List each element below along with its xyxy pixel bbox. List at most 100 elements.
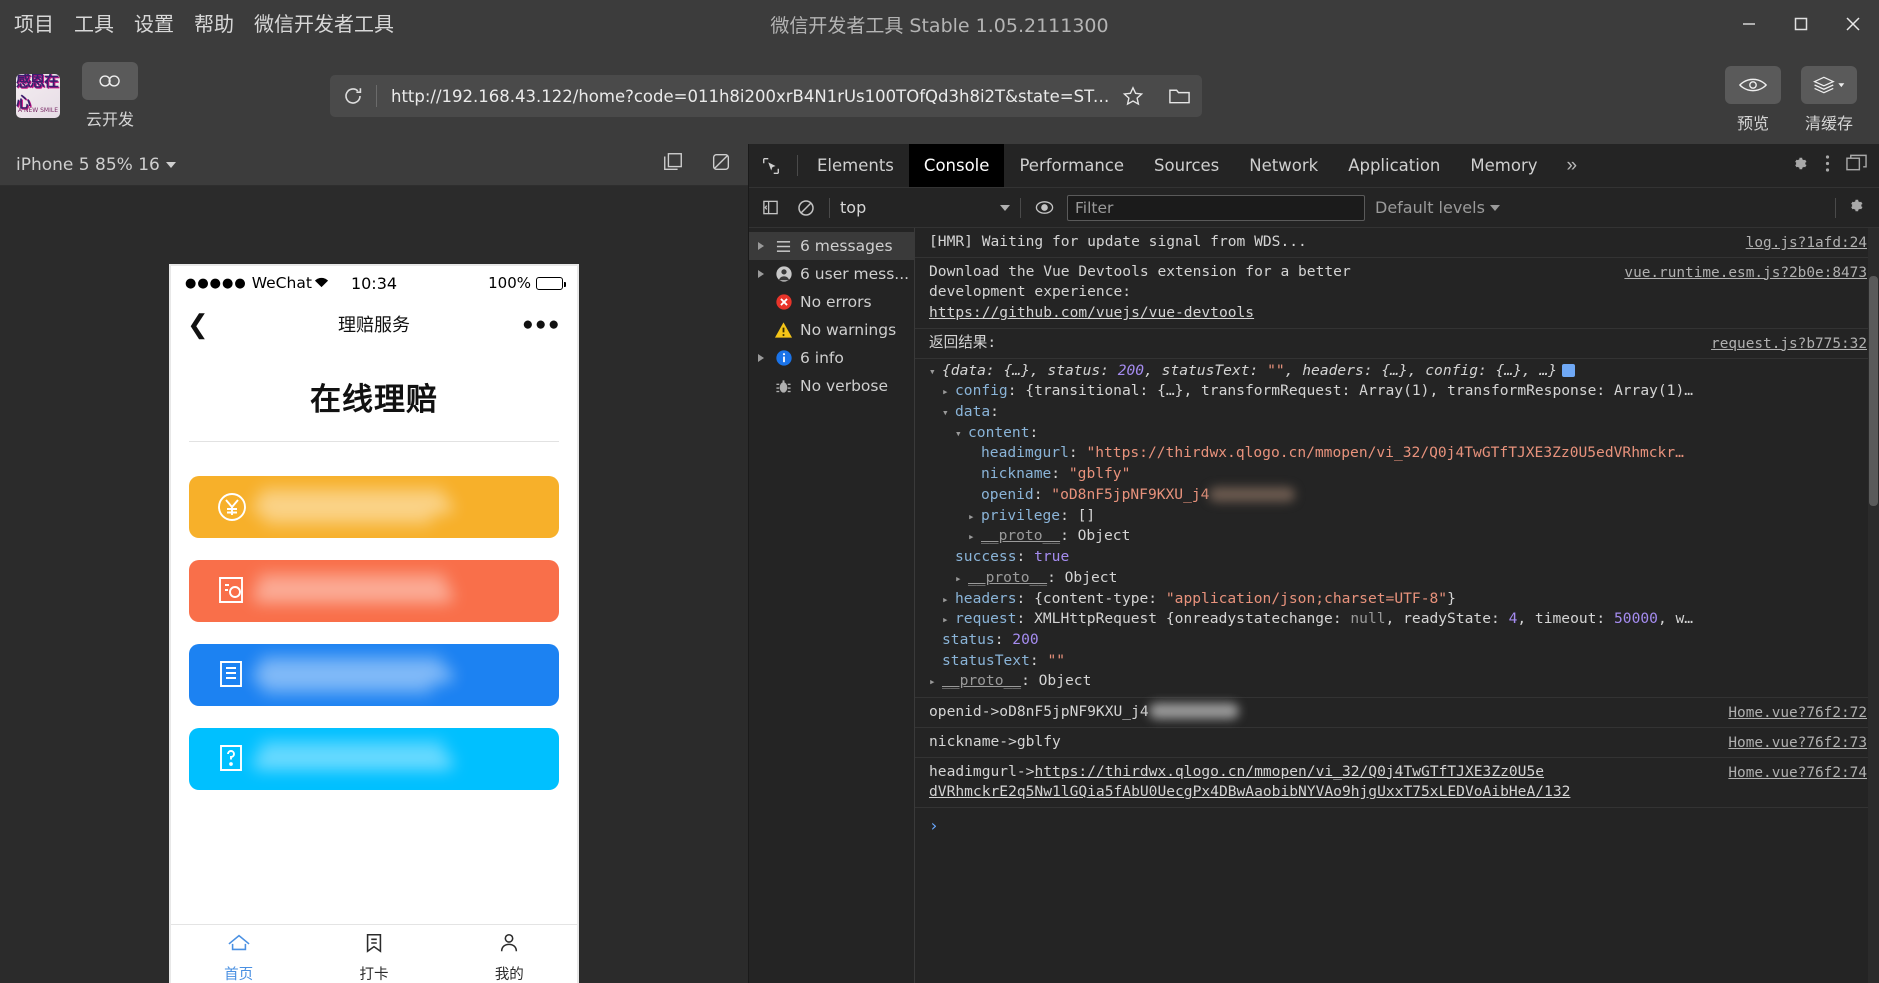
chevron-right-icon[interactable] — [755, 270, 767, 278]
sidebar-item-messages[interactable]: 6 messages — [749, 232, 914, 260]
tree-row-data-proto[interactable]: __proto__: Object — [929, 568, 1869, 589]
menu-item-tools[interactable]: 工具 — [74, 14, 114, 34]
cloud-dev-button[interactable]: 云开发 — [82, 62, 138, 130]
log-levels-selector[interactable]: Default levels — [1375, 198, 1500, 217]
chevron-right-icon[interactable] — [755, 354, 767, 362]
chevron-right-icon[interactable] — [942, 609, 955, 628]
filter-input[interactable]: Filter — [1067, 194, 1365, 221]
menu-item-settings[interactable]: 设置 — [134, 14, 174, 34]
headimgurl-log-url-line1[interactable]: https://thirdwx.qlogo.cn/mmopen/vi_32/Q0… — [1034, 763, 1544, 780]
tab-performance[interactable]: Performance — [1004, 144, 1139, 187]
more-tabs-icon[interactable]: » — [1553, 144, 1592, 187]
gear-icon[interactable] — [1790, 154, 1809, 178]
tree-row-root-proto[interactable]: __proto__: Object — [929, 671, 1869, 692]
source-link[interactable]: Home.vue?76f2:74 — [1728, 763, 1867, 783]
action-card-invoice[interactable] — [189, 560, 559, 622]
tab-sources[interactable]: Sources — [1139, 144, 1234, 187]
console-message-openid[interactable]: openid->oD8nF5jpNF9KXU_j4 Home.vue?76f2:… — [915, 698, 1879, 728]
tree-row-data[interactable]: data: — [929, 402, 1869, 423]
sidebar-item-warnings[interactable]: No warnings — [749, 316, 914, 344]
tree-row-headimgurl[interactable]: headimgurl: "https://thirdwx.qlogo.cn/mm… — [929, 443, 1869, 464]
console-prompt[interactable]: › — [915, 808, 1879, 845]
close-icon[interactable] — [1827, 0, 1879, 48]
source-link[interactable]: vue.runtime.esm.js?2b0e:8473 — [1624, 263, 1867, 283]
console-scrollbar-thumb[interactable] — [1869, 276, 1878, 506]
sidebar-item-user-messages[interactable]: 6 user mess... — [749, 260, 914, 288]
tree-row-statustext[interactable]: statusText: "" — [929, 651, 1869, 672]
tree-row-success[interactable]: success: true — [929, 547, 1869, 568]
tree-row-request[interactable]: request: XMLHttpRequest {onreadystatecha… — [929, 609, 1869, 630]
headimgurl-log-url-line2[interactable]: dVRhmckrE2q5Nw1lGQia5fAbU0UecgPx4DBwAaob… — [929, 783, 1570, 800]
tab-mine[interactable]: 我的 — [442, 925, 577, 983]
chevron-right-icon[interactable] — [942, 589, 955, 608]
screenshot-icon[interactable] — [662, 151, 684, 178]
console-message-vue-devtools[interactable]: Download the Vue Devtools extension for … — [915, 258, 1879, 329]
tab-network[interactable]: Network — [1234, 144, 1333, 187]
tab-checkin[interactable]: 打卡 — [306, 925, 441, 983]
tree-row-headers[interactable]: headers: {content-type: "application/jso… — [929, 589, 1869, 610]
action-card-help[interactable] — [189, 728, 559, 790]
maximize-icon[interactable] — [1775, 0, 1827, 48]
tab-home[interactable]: 首页 — [171, 925, 306, 983]
sidebar-item-errors[interactable]: No errors — [749, 288, 914, 316]
chevron-right-icon[interactable] — [968, 526, 981, 545]
live-expression-icon[interactable] — [1031, 195, 1057, 221]
tab-console[interactable]: Console — [908, 144, 1005, 187]
kebab-menu-icon[interactable] — [1825, 154, 1830, 178]
url-input[interactable]: http://192.168.43.122/home?code=011h8i20… — [377, 87, 1110, 106]
info-badge-icon[interactable] — [1562, 363, 1576, 377]
chevron-down-icon[interactable] — [942, 402, 955, 421]
tab-application[interactable]: Application — [1333, 144, 1455, 187]
tab-memory[interactable]: Memory — [1455, 144, 1552, 187]
console-scrollbar[interactable] — [1868, 228, 1879, 983]
more-menu-icon[interactable]: ●●● — [522, 315, 561, 334]
tree-row-content-proto[interactable]: __proto__: Object — [929, 526, 1869, 547]
console-message-headimgurl[interactable]: headimgurl->https://thirdwx.qlogo.cn/mmo… — [915, 758, 1879, 808]
address-bar[interactable]: http://192.168.43.122/home?code=011h8i20… — [330, 75, 1202, 117]
console-message-result-label[interactable]: 返回结果: request.js?b775:32 — [915, 329, 1879, 359]
source-link[interactable]: request.js?b775:32 — [1711, 334, 1867, 354]
star-icon[interactable] — [1110, 85, 1156, 107]
tab-elements[interactable]: Elements — [802, 144, 909, 187]
chevron-down-icon[interactable] — [929, 361, 942, 380]
rotate-icon[interactable] — [710, 151, 732, 178]
tree-row-content[interactable]: content: — [929, 423, 1869, 444]
clear-console-icon[interactable] — [793, 195, 819, 221]
chevron-right-icon[interactable] — [968, 506, 981, 525]
source-link[interactable]: log.js?1afd:24 — [1746, 233, 1867, 253]
minimize-icon[interactable] — [1723, 0, 1775, 48]
action-card-records[interactable] — [189, 644, 559, 706]
tree-row-summary[interactable]: {data: {…}, status: 200, statusText: "",… — [929, 361, 1869, 382]
inspect-cursor-icon[interactable] — [749, 144, 793, 187]
sidebar-item-verbose[interactable]: No verbose — [749, 372, 914, 400]
console-log-list[interactable]: [HMR] Waiting for update signal from WDS… — [915, 228, 1879, 983]
tree-row-openid[interactable]: openid: "oD8nF5jpNF9KXU_j4 — [929, 485, 1869, 506]
menu-item-devtools[interactable]: 微信开发者工具 — [254, 14, 394, 34]
tree-row-privilege[interactable]: privilege: [] — [929, 506, 1869, 527]
menu-item-help[interactable]: 帮助 — [194, 14, 234, 34]
chevron-right-icon[interactable] — [955, 568, 968, 587]
preview-button[interactable]: 预览 — [1725, 66, 1781, 134]
action-card-claim[interactable] — [189, 476, 559, 538]
menu-item-project[interactable]: 项目 — [14, 14, 54, 34]
tree-row-status[interactable]: status: 200 — [929, 630, 1869, 651]
sidebar-item-info[interactable]: 6 info — [749, 344, 914, 372]
chevron-right-icon[interactable] — [929, 671, 942, 690]
device-selector[interactable]: iPhone 5 85% 16 — [16, 155, 176, 175]
tree-row-config[interactable]: config: {transitional: {…}, transformReq… — [929, 381, 1869, 402]
chevron-right-icon[interactable] — [942, 381, 955, 400]
gear-icon[interactable] — [1846, 196, 1865, 220]
chevron-right-icon[interactable] — [755, 242, 767, 250]
source-link[interactable]: Home.vue?76f2:73 — [1728, 733, 1867, 753]
sidebar-toggle-icon[interactable] — [757, 195, 783, 221]
clear-cache-button[interactable]: 清缓存 — [1801, 66, 1857, 134]
reload-icon[interactable] — [330, 85, 376, 107]
console-object-tree[interactable]: {data: {…}, status: 200, statusText: "",… — [915, 359, 1879, 699]
chevron-down-icon[interactable] — [955, 423, 968, 442]
source-link[interactable]: Home.vue?76f2:72 — [1728, 703, 1867, 723]
dock-icon[interactable] — [1846, 154, 1867, 177]
console-message-nickname[interactable]: nickname->gblfy Home.vue?76f2:73 — [915, 728, 1879, 758]
folder-icon[interactable] — [1156, 86, 1202, 106]
tree-row-nickname[interactable]: nickname: "gblfy" — [929, 464, 1869, 485]
context-selector[interactable]: top — [840, 198, 1010, 217]
